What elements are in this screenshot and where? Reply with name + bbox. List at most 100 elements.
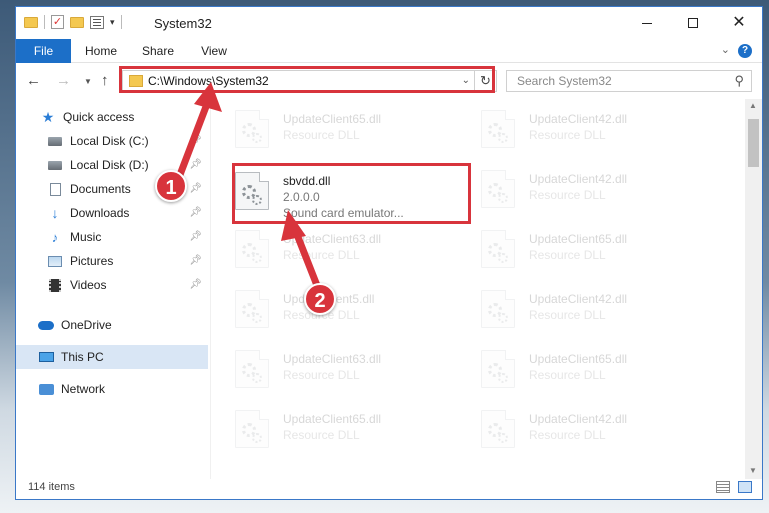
tiles-view-icon[interactable] (738, 481, 752, 493)
file-item[interactable]: UpdateClient63.dll Resource DLL (221, 343, 461, 395)
up-arrow-icon[interactable]: ↑ (101, 72, 109, 89)
file-item[interactable]: UpdateClient65.dll Resource DLL (467, 223, 707, 275)
close-icon: ✕ (732, 14, 746, 31)
file-name: UpdateClient63.dll (283, 352, 382, 366)
file-name: UpdateClient63.dll (283, 232, 382, 246)
file-item[interactable]: UpdateClient42.dll Resource DLL (467, 403, 707, 455)
sidebar-item-network[interactable]: Network (16, 377, 208, 401)
file-type: Resource DLL (529, 428, 606, 442)
file-type: Resource DLL (283, 128, 360, 142)
file-type: Resource DLL (529, 188, 606, 202)
step-1-callout: 1 (155, 170, 187, 202)
expand-ribbon-icon[interactable]: ⌄ (721, 43, 730, 56)
title-bar: ✓ ▾ System32 ✕ (16, 7, 762, 39)
file-name: UpdateClient65.dll (283, 412, 382, 426)
pictures-icon (47, 254, 63, 268)
pin-icon[interactable]: 📌︎ (189, 183, 202, 194)
scroll-down-icon[interactable]: ▼ (749, 466, 757, 475)
file-item[interactable]: UpdateClient42.dll Resource DLL (467, 283, 707, 335)
customize-toolbar-icon[interactable]: ▾ (110, 17, 115, 28)
sidebar-item-label: Local Disk (D:) (70, 158, 149, 172)
back-arrow-icon[interactable]: ← (26, 72, 41, 89)
help-icon[interactable]: ? (738, 44, 752, 58)
recent-locations-icon[interactable]: ▼ (84, 77, 92, 86)
tab-home[interactable]: Home (78, 39, 124, 63)
video-icon (47, 278, 63, 292)
tab-share[interactable]: Share (138, 39, 178, 63)
file-item[interactable]: UpdateClient63.dll Resource DLL (221, 223, 461, 275)
address-bar-highlight (119, 66, 495, 93)
scroll-up-icon[interactable]: ▲ (749, 101, 757, 110)
folder-icon (24, 16, 38, 28)
download-icon: ↓ (51, 205, 59, 221)
sidebar-item-label: Network (61, 382, 106, 396)
sidebar-item-label: This PC (61, 350, 104, 364)
new-folder-icon[interactable] (70, 16, 84, 28)
computer-icon (38, 350, 54, 364)
dll-file-icon (481, 170, 515, 208)
file-item[interactable]: UpdateClient5.dll Resource DLL (221, 283, 461, 335)
tab-file[interactable]: File (16, 39, 71, 63)
dll-file-icon (235, 410, 269, 448)
search-placeholder: Search System32 (517, 74, 612, 88)
tab-view[interactable]: View (196, 39, 232, 63)
search-icon[interactable]: ⚲ (734, 73, 744, 89)
scroll-thumb[interactable] (748, 119, 759, 167)
maximize-icon (688, 18, 698, 28)
pin-icon[interactable]: 📌︎ (189, 231, 202, 242)
dll-file-icon (481, 290, 515, 328)
file-type: Resource DLL (529, 308, 606, 322)
properties-icon[interactable] (90, 15, 104, 29)
minimize-button[interactable] (624, 7, 670, 39)
sidebar-item-quick-access[interactable]: ★ Quick access (16, 105, 208, 129)
sidebar-item-this-pc[interactable]: This PC (16, 345, 208, 369)
file-item[interactable]: UpdateClient65.dll Resource DLL (221, 403, 461, 455)
quick-access-toolbar: ✓ ▾ (24, 15, 122, 29)
file-name: UpdateClient65.dll (283, 112, 382, 126)
dll-file-icon (235, 290, 269, 328)
file-name: UpdateClient42.dll (529, 112, 628, 126)
file-item[interactable]: UpdateClient65.dll Resource DLL (221, 103, 461, 155)
search-input[interactable]: Search System32 ⚲ (506, 70, 752, 92)
file-name: UpdateClient42.dll (529, 172, 628, 186)
dll-file-icon (481, 410, 515, 448)
forward-arrow-icon[interactable]: → (56, 72, 71, 89)
file-name: UpdateClient42.dll (529, 412, 628, 426)
maximize-button[interactable] (670, 7, 716, 39)
sidebar-item-local-disk-c[interactable]: Local Disk (C:) 📌︎ (16, 129, 208, 153)
pin-icon[interactable]: 📌︎ (189, 207, 202, 218)
file-name: UpdateClient65.dll (529, 232, 628, 246)
sidebar-item-onedrive[interactable]: OneDrive (16, 313, 208, 337)
details-view-icon[interactable] (716, 481, 730, 493)
checklist-icon[interactable]: ✓ (51, 15, 64, 29)
pin-icon[interactable]: 📌︎ (189, 159, 202, 170)
status-bar: 114 items (16, 477, 762, 499)
pin-icon[interactable]: 📌︎ (189, 279, 202, 290)
file-item[interactable]: UpdateClient42.dll Resource DLL (467, 103, 707, 155)
file-name: UpdateClient42.dll (529, 292, 628, 306)
sidebar-item-downloads[interactable]: ↓ Downloads 📌︎ (16, 201, 208, 225)
dll-file-icon (481, 110, 515, 148)
pin-icon[interactable]: 📌︎ (189, 135, 202, 146)
toolbar-divider (44, 15, 45, 29)
pin-icon[interactable]: 📌︎ (189, 255, 202, 266)
file-item[interactable]: UpdateClient65.dll Resource DLL (467, 343, 707, 395)
sidebar-item-label: Music (70, 230, 102, 244)
file-type: Resource DLL (283, 248, 360, 262)
vertical-scrollbar[interactable]: ▲ ▼ (745, 99, 762, 479)
file-type: Resource DLL (529, 128, 606, 142)
dll-file-icon (235, 350, 269, 388)
close-button[interactable]: ✕ (716, 7, 762, 39)
dll-file-icon (235, 110, 269, 148)
sidebar-item-label: Pictures (70, 254, 114, 268)
file-highlight (232, 163, 471, 224)
navigation-pane: ★ Quick access Local Disk (C:) 📌︎ Local … (16, 99, 211, 479)
dll-file-icon (481, 350, 515, 388)
sidebar-item-pictures[interactable]: Pictures 📌︎ (16, 249, 208, 273)
file-type: Resource DLL (529, 248, 606, 262)
sidebar-item-videos[interactable]: Videos 📌︎ (16, 273, 208, 297)
sidebar-item-music[interactable]: ♪ Music 📌︎ (16, 225, 208, 249)
file-list: UpdateClient65.dll Resource DLL sbvdd.dl… (221, 99, 741, 477)
file-item[interactable]: UpdateClient42.dll Resource DLL (467, 163, 707, 215)
sidebar-item-label: Quick access (63, 110, 135, 124)
